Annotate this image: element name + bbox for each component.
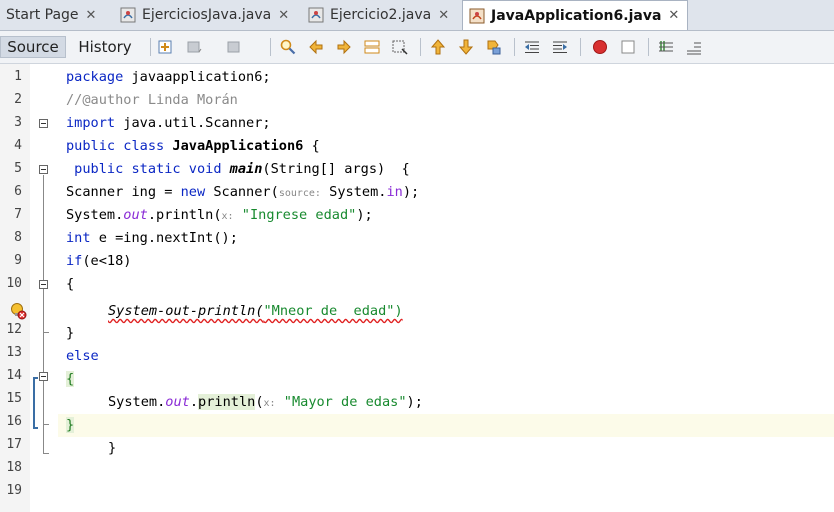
toolbar-separator — [270, 38, 271, 56]
fold-toggle-icon[interactable] — [39, 372, 48, 381]
line-number: 16 — [6, 414, 22, 429]
stop-macro-icon[interactable] — [620, 39, 636, 55]
line-number: 14 — [6, 368, 22, 383]
close-icon[interactable]: ✕ — [438, 8, 449, 23]
find-next-icon[interactable] — [336, 39, 352, 55]
java-file-icon — [120, 7, 136, 23]
tab-label: Start Page — [6, 7, 79, 23]
code-line-9: if(e<18) — [66, 253, 132, 269]
editor-tab-bar: Start Page ✕ EjerciciosJava.java ✕ Ejerc… — [0, 0, 834, 31]
code-editor[interactable]: package javaapplication6; //@author Lind… — [58, 64, 834, 512]
back-icon[interactable] — [186, 39, 202, 55]
line-number: 13 — [6, 345, 22, 360]
find-previous-icon[interactable] — [308, 39, 324, 55]
fold-toggle-icon[interactable] — [39, 119, 48, 128]
code-line-11: System-out-println("Mneor de edad") — [108, 303, 403, 319]
line-number: 18 — [6, 460, 22, 475]
code-line-7: System.out.println(x: "Ingrese edad"); — [66, 207, 373, 223]
toolbar-separator — [580, 38, 581, 56]
current-line-highlight — [58, 414, 834, 437]
code-folding-margin — [30, 64, 58, 512]
uncomment-icon[interactable] — [686, 39, 702, 55]
code-line-4: public class JavaApplication6 { — [66, 138, 320, 154]
line-number: 12 — [6, 322, 22, 337]
line-number: 4 — [14, 138, 22, 153]
forward-icon[interactable] — [226, 39, 242, 55]
line-number: 7 — [14, 207, 22, 222]
java-file-icon — [469, 8, 485, 24]
code-line-1: package javaapplication6; — [66, 69, 271, 85]
tab-ejercicio2[interactable]: Ejercicio2.java ✕ — [308, 0, 449, 30]
last-edit-icon[interactable] — [158, 39, 174, 55]
start-macro-icon[interactable] — [592, 39, 608, 55]
toolbar-separator — [648, 38, 649, 56]
code-line-8: int e =ing.nextInt(); — [66, 230, 238, 246]
tab-javaapplication6[interactable]: JavaApplication6.java ✕ — [462, 0, 689, 30]
code-line-13: else — [66, 348, 99, 364]
code-line-16: } — [66, 417, 75, 433]
code-line-10: { — [66, 276, 75, 292]
toolbar-separator — [420, 38, 421, 56]
toggle-highlight-icon[interactable] — [392, 39, 408, 55]
line-number: 2 — [14, 92, 22, 107]
line-number: 8 — [14, 230, 22, 245]
history-button[interactable]: History — [66, 36, 144, 58]
line-number: 1 — [14, 69, 22, 84]
line-number: 19 — [6, 483, 22, 498]
line-number: 6 — [14, 184, 22, 199]
shift-left-icon[interactable] — [524, 39, 540, 55]
fold-end — [43, 332, 49, 333]
code-line-3: import java.util.Scanner; — [66, 115, 271, 131]
tab-label: EjerciciosJava.java — [142, 7, 272, 23]
line-number: 10 — [6, 276, 22, 291]
fold-guide — [43, 175, 44, 453]
tab-label: Ejercicio2.java — [330, 7, 432, 23]
code-line-15: System.out.println(x: "Mayor de edas"); — [108, 394, 423, 410]
fold-toggle-icon[interactable] — [39, 165, 48, 174]
code-line-2: //@author Linda Morán — [66, 92, 238, 108]
find-icon[interactable] — [280, 39, 296, 55]
source-button[interactable]: Source — [0, 36, 66, 58]
toggle-bookmark-icon[interactable] — [486, 39, 502, 55]
next-bookmark-icon[interactable] — [458, 39, 474, 55]
toolbar-separator — [514, 38, 515, 56]
code-line-17: } — [108, 440, 117, 456]
toolbar-separator — [150, 38, 151, 56]
fold-end — [43, 453, 49, 454]
line-number: 15 — [6, 391, 22, 406]
line-number: 17 — [6, 437, 22, 452]
line-number: 9 — [14, 253, 22, 268]
fold-toggle-icon[interactable] — [39, 280, 48, 289]
close-icon[interactable]: ✕ — [668, 8, 679, 23]
editor-toolbar: Source History — [0, 31, 834, 64]
code-line-5: public static void main(String[] args) { — [66, 161, 410, 177]
find-selection-icon[interactable] — [364, 39, 380, 55]
code-line-6: Scanner ing = new Scanner(source: System… — [66, 184, 420, 200]
line-number: 3 — [14, 115, 22, 130]
comment-icon[interactable] — [658, 39, 674, 55]
fold-end — [43, 424, 49, 425]
shift-right-icon[interactable] — [552, 39, 568, 55]
previous-bookmark-icon[interactable] — [430, 39, 446, 55]
line-number: 5 — [14, 161, 22, 176]
tab-label: JavaApplication6.java — [491, 7, 662, 24]
brace-match-bracket — [33, 377, 38, 429]
code-line-12: } — [66, 325, 75, 341]
tab-start-page[interactable]: Start Page ✕ — [6, 0, 96, 30]
tab-ejerciciosjava[interactable]: EjerciciosJava.java ✕ — [120, 0, 289, 30]
java-file-icon — [308, 7, 324, 23]
close-icon[interactable]: ✕ — [278, 8, 289, 23]
close-icon[interactable]: ✕ — [86, 8, 97, 23]
error-underline[interactable]: System-out-println( — [108, 303, 264, 319]
error-bulb-icon[interactable] — [10, 302, 28, 320]
line-number-gutter[interactable]: 1 2 3 4 5 6 7 8 9 10 12 13 14 15 16 17 1… — [0, 64, 30, 512]
code-line-14: { — [66, 371, 75, 387]
